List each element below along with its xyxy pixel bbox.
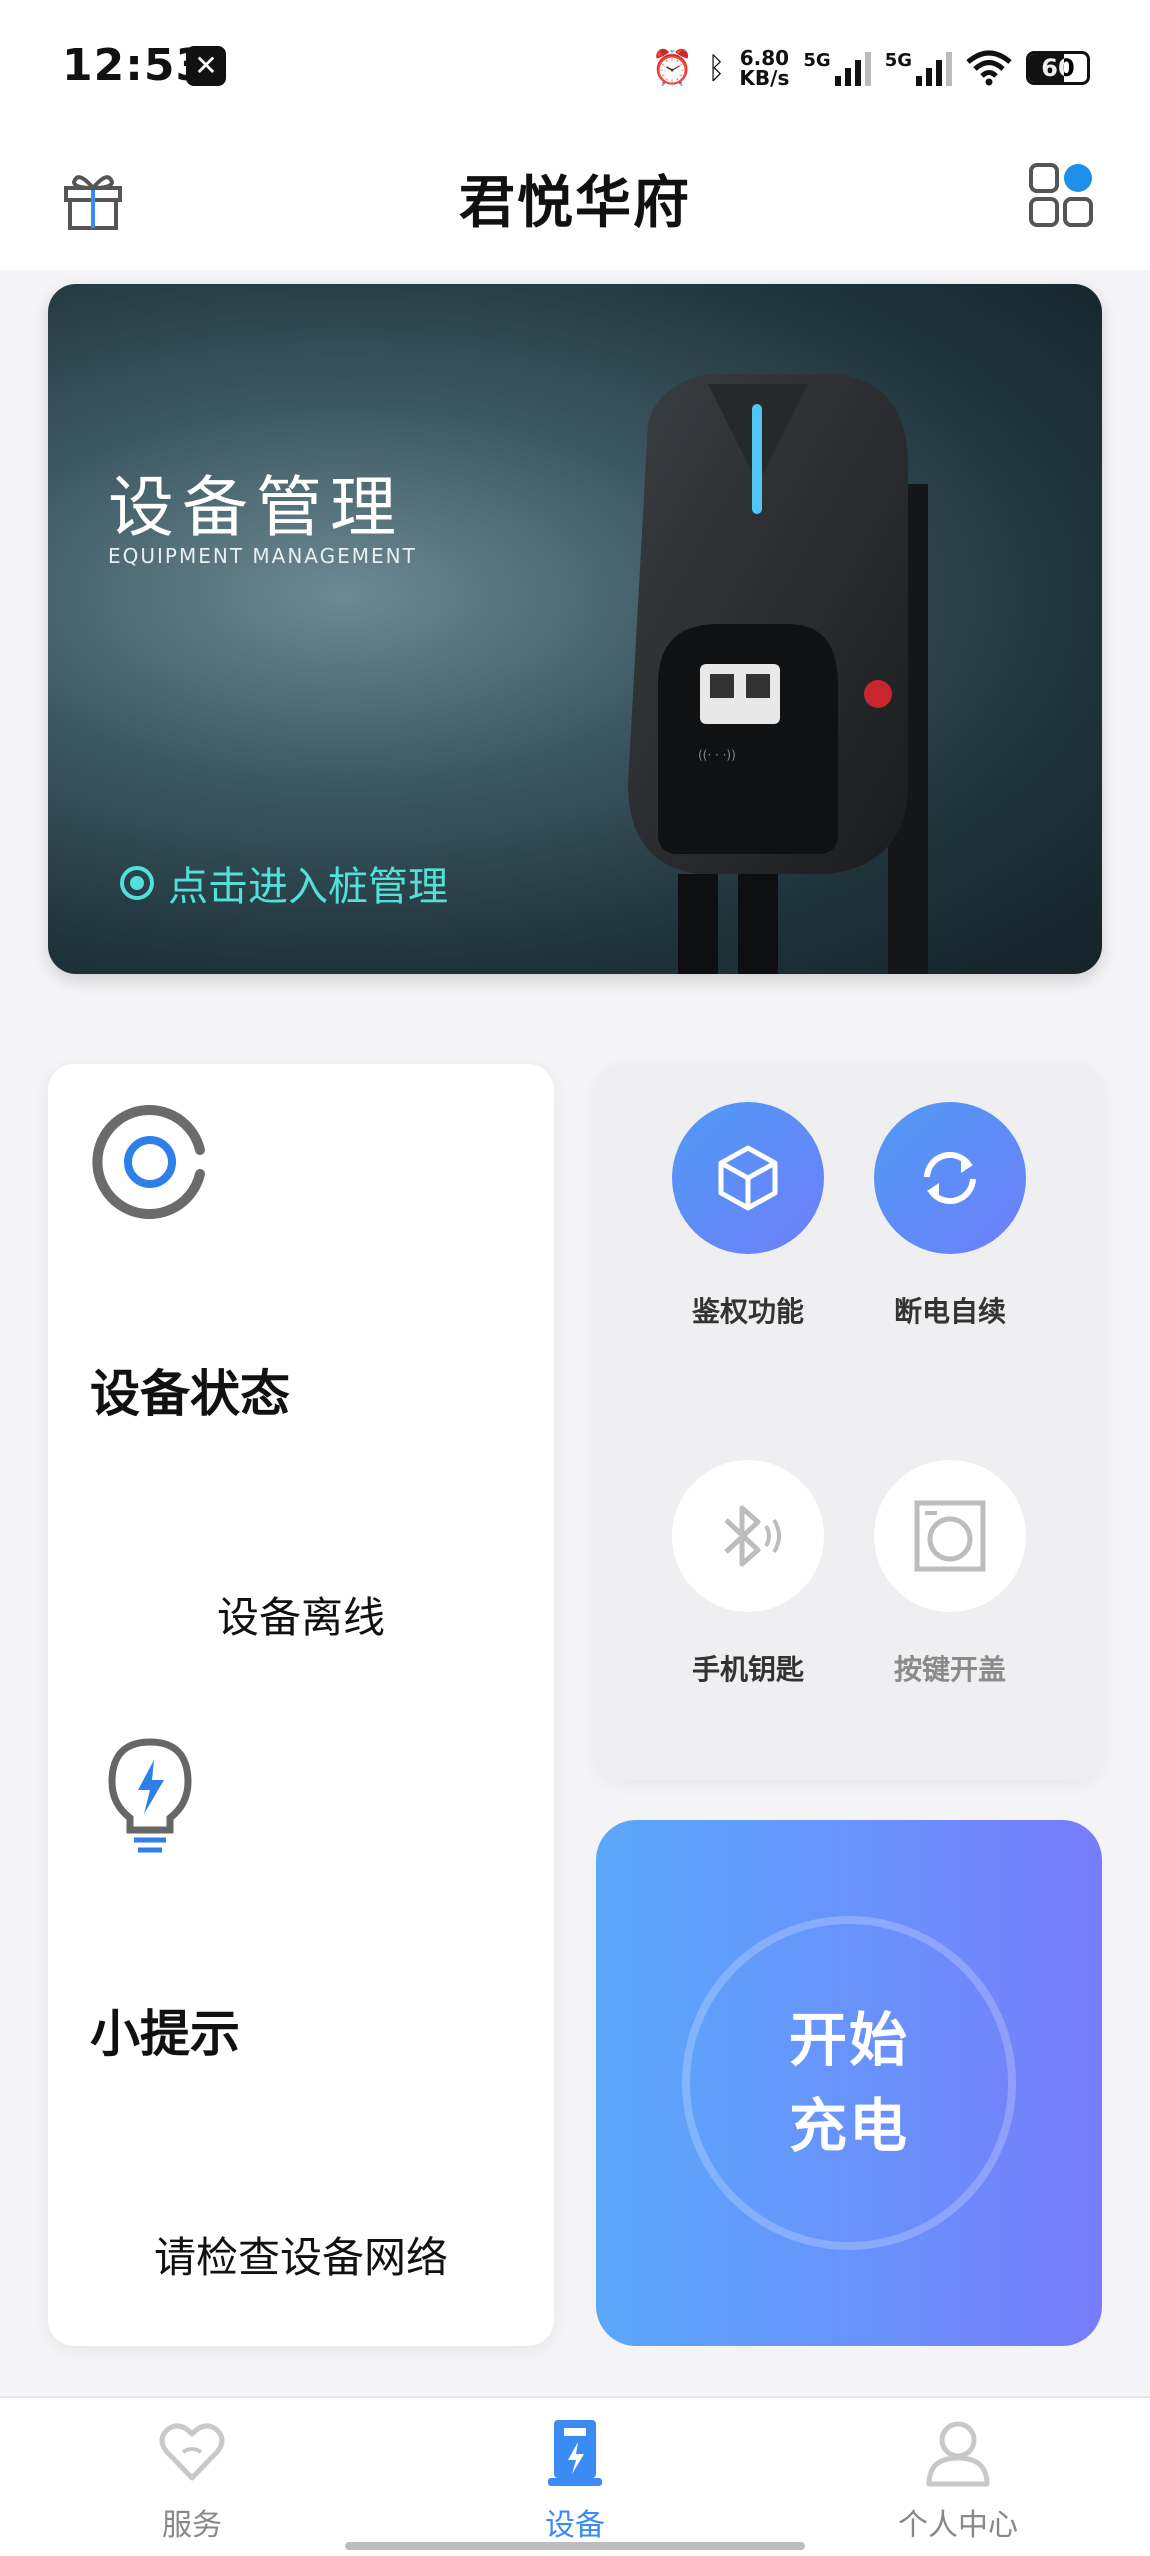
notification-icon: ✕ — [186, 46, 226, 86]
bluetooth-status-icon: ᛒ — [707, 50, 726, 86]
start-label-line1: 开始 — [788, 2006, 909, 2074]
network-type-1: 5G — [803, 50, 831, 71]
app-header: 君悦华府 — [0, 130, 1150, 270]
nav-service[interactable]: 服务 — [72, 2418, 312, 2544]
network-speed-value: 6.80 — [739, 46, 790, 70]
svg-text:((· · ·)): ((· · ·)) — [698, 748, 736, 762]
feature-circle — [672, 1460, 824, 1612]
feature-power-resume[interactable]: 断电自续 — [850, 1102, 1050, 1330]
device-status-title: 设备状态 — [90, 1365, 290, 1423]
network-type-2: 5G — [884, 50, 912, 71]
start-charging-button[interactable]: 开始 充电 — [596, 1820, 1102, 2346]
feature-label: 断电自续 — [893, 1295, 1006, 1328]
washer-icon — [914, 1500, 986, 1572]
cube-icon — [718, 1145, 778, 1211]
banner-title: 设备管理 — [108, 469, 404, 546]
signal-2: 5G — [885, 50, 952, 86]
signal-1: 5G — [803, 50, 871, 86]
alarm-icon: ⏰ — [651, 48, 694, 88]
nav-profile[interactable]: 个人中心 — [838, 2418, 1078, 2544]
lightbulb-icon — [108, 1738, 192, 1853]
heart-icon — [159, 2423, 225, 2481]
feature-button-open-lid[interactable]: 按键开盖 — [850, 1460, 1050, 1688]
refresh-icon — [924, 1151, 976, 1205]
network-speed: 6.80 KB/s — [739, 48, 789, 88]
wifi-icon — [966, 50, 1012, 86]
device-status-value: 设备离线 — [216, 1593, 385, 1642]
equipment-management-banner[interactable]: 设备管理 EQUIPMENT MANAGEMENT ((· · ·)) 点击进入… — [48, 284, 1102, 974]
nav-device[interactable]: 设备 — [455, 2418, 695, 2544]
grid-icon[interactable] — [1028, 162, 1094, 228]
enter-pile-management-link[interactable]: 点击进入桩管理 — [120, 854, 448, 912]
feature-authentication[interactable]: 鉴权功能 — [648, 1102, 848, 1330]
banner-link-label: 点击进入桩管理 — [168, 864, 448, 910]
feature-phone-key[interactable]: 手机钥匙 — [648, 1460, 848, 1688]
start-ring: 开始 充电 — [682, 1916, 1016, 2250]
person-icon — [926, 2421, 990, 2487]
charger-icon — [548, 2420, 602, 2486]
nav-label: 个人中心 — [898, 2508, 1018, 2543]
tip-value: 请检查设备网络 — [153, 2233, 448, 2282]
status-bar: 12:53 ✕ ⏰ ᛒ 6.80 KB/s 5G 5G 60 — [0, 0, 1150, 130]
page-title: 君悦华府 — [459, 171, 691, 236]
device-status-card: 设备状态 设备离线 小提示 请检查设备网络 — [48, 1064, 554, 2346]
ev-charger-image: ((· · ·)) — [628, 374, 928, 974]
feature-label: 按键开盖 — [893, 1653, 1006, 1686]
nav-label: 设备 — [545, 2508, 605, 2543]
feature-circle — [874, 1460, 1026, 1612]
battery-icon: 60 — [1026, 51, 1090, 85]
bottom-nav: 服务 设备 个人中心 — [0, 2396, 1150, 2556]
radio-dot-icon — [120, 866, 154, 900]
network-speed-unit: KB/s — [739, 66, 790, 90]
feature-circle — [874, 1102, 1026, 1254]
feature-grid-card: 鉴权功能 断电自续 手机钥匙 按键开盖 — [596, 1064, 1102, 1780]
banner-subtitle: EQUIPMENT MANAGEMENT — [108, 544, 417, 568]
battery-level: 60 — [1041, 54, 1075, 82]
feature-label: 手机钥匙 — [691, 1653, 804, 1686]
signal-bars-icon — [916, 50, 952, 86]
status-icons: ⏰ ᛒ 6.80 KB/s 5G 5G 60 — [651, 40, 1090, 96]
home-indicator[interactable] — [345, 2542, 805, 2550]
nav-label: 服务 — [162, 2508, 222, 2543]
start-label-line2: 充电 — [788, 2092, 909, 2160]
tip-title: 小提示 — [90, 2005, 240, 2063]
feature-label: 鉴权功能 — [691, 1295, 804, 1328]
status-ring-icon — [92, 1105, 205, 1219]
bluetooth-icon — [724, 1505, 781, 1567]
feature-circle — [672, 1102, 824, 1254]
app-screen: 12:53 ✕ ⏰ ᛒ 6.80 KB/s 5G 5G 60 君悦华府 设备管理… — [0, 0, 1150, 2556]
signal-bars-icon — [834, 50, 871, 86]
